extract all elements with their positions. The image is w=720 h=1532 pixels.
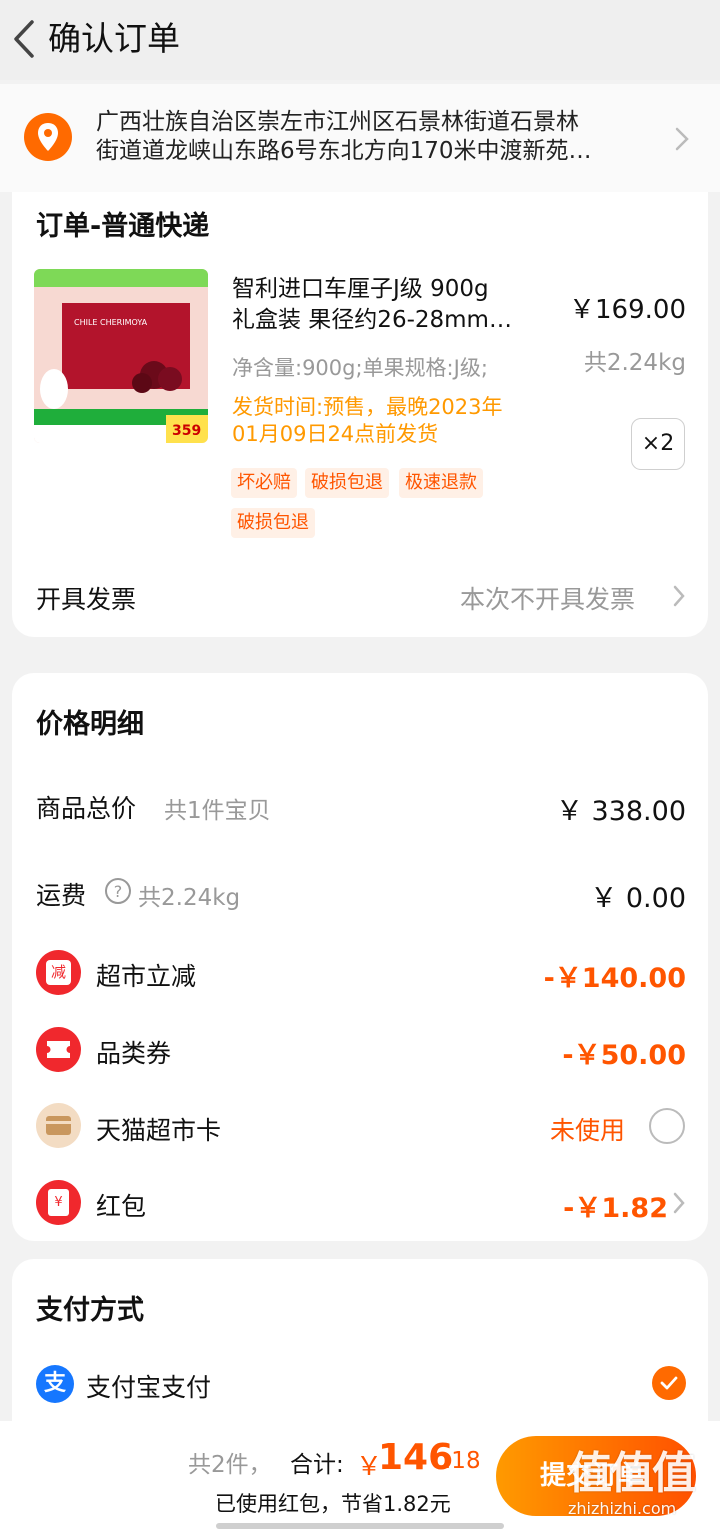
red-packet-icon-label: ¥ xyxy=(48,1189,69,1216)
help-icon[interactable]: ? xyxy=(104,877,132,905)
ship-time-line-2: 01月09日24点前发货 xyxy=(232,422,439,446)
location-pin-icon xyxy=(24,113,72,161)
card-label: 天猫超市卡 xyxy=(96,1116,222,1145)
product-weight: 共2.24kg xyxy=(583,350,686,376)
coupon-label: 品类券 xyxy=(96,1039,172,1068)
red-packet-icon: ¥ xyxy=(36,1180,81,1225)
total-decimal: .18 xyxy=(444,1448,481,1474)
payment-method-label[interactable]: 支付宝支付 xyxy=(86,1368,211,1404)
address-line-1: 广西壮族自治区崇左市江州区石景林街道石景林 xyxy=(96,109,579,135)
item-count: 共2件， xyxy=(188,1452,272,1478)
chevron-right-icon xyxy=(675,127,689,151)
thumb-brand-text: CHILE CHERIMOYA xyxy=(74,318,148,327)
chevron-right-icon xyxy=(673,585,685,607)
svg-text:?: ? xyxy=(114,882,123,901)
payment-section-title: 支付方式 xyxy=(36,1295,144,1326)
back-arrow-icon[interactable] xyxy=(6,14,42,64)
card-radio[interactable] xyxy=(649,1108,685,1144)
shipping-address[interactable]: 广西壮族自治区崇左市江州区石景林街道石景林 街道道龙峡山东路6号东北方向170米… xyxy=(96,108,656,166)
service-tag: 坏必赔 xyxy=(231,468,297,498)
discount-value: -￥140.00 xyxy=(543,963,686,994)
service-tag: 破损包退 xyxy=(305,468,389,498)
service-tag: 破损包退 xyxy=(231,508,315,538)
watermark: 值值值 zhizhizhi.com xyxy=(568,1437,698,1518)
home-indicator[interactable] xyxy=(216,1523,504,1529)
discount-icon: 减 xyxy=(36,950,81,995)
chevron-right-icon xyxy=(673,1192,685,1214)
ship-time: 发货时间:预售，最晚2023年 01月09日24点前发货 xyxy=(232,394,532,448)
coupon-icon xyxy=(36,1027,81,1072)
order-section-title: 订单-普通快递 xyxy=(36,211,210,242)
total-label: 合计: xyxy=(290,1452,344,1478)
service-tag: 极速退款 xyxy=(399,468,483,498)
unit-price: ￥169.00 xyxy=(569,295,686,325)
coupon-value[interactable]: -￥50.00 xyxy=(562,1033,686,1072)
freight-weight: 共2.24kg xyxy=(138,885,241,911)
address-line-2: 街道道龙峡山东路6号东北方向170米中渡新苑… xyxy=(96,138,592,164)
product-thumbnail[interactable]: CHILE CHERIMOYA 359 xyxy=(34,269,208,443)
savings-note: 已使用红包，节省1.82元 xyxy=(215,1492,451,1516)
goods-total-value: ￥ 338.00 xyxy=(555,796,686,827)
product-title-line-2: 礼盒装 果径约26-28mm… xyxy=(232,307,512,333)
goods-count: 共1件宝贝 xyxy=(164,798,271,824)
discount-icon-label: 减 xyxy=(46,960,71,985)
checkmark-icon[interactable] xyxy=(652,1366,686,1400)
freight-value: ￥ 0.00 xyxy=(590,883,686,914)
red-packet-value[interactable]: -￥1.82 xyxy=(563,1186,668,1225)
invoice-value[interactable]: 本次不开具发票 xyxy=(460,580,635,616)
price-section-title: 价格明细 xyxy=(36,709,144,740)
ship-time-line-1: 发货时间:预售，最晚2023年 xyxy=(232,395,503,419)
total-amount: 146 xyxy=(378,1437,454,1478)
top-bar: 确认订单 xyxy=(0,0,720,80)
quantity-stepper[interactable]: ×2 xyxy=(631,418,685,470)
product-title-line-1: 智利进口车厘子J级 900g xyxy=(232,276,489,302)
product-title[interactable]: 智利进口车厘子J级 900g 礼盒装 果径约26-28mm… xyxy=(232,274,562,336)
watermark-logo: 值值值 xyxy=(568,1448,696,1499)
product-spec: 净含量:900g;单果规格:J级; xyxy=(232,356,488,380)
alipay-icon: 支 xyxy=(36,1365,74,1403)
red-packet-label: 红包 xyxy=(96,1192,147,1221)
watermark-url: zhizhizhi.com xyxy=(568,1499,677,1518)
goods-total-label: 商品总价 xyxy=(36,794,137,823)
card-value: 未使用 xyxy=(550,1116,626,1145)
discount-label: 超市立减 xyxy=(96,962,197,991)
card-icon xyxy=(36,1103,81,1148)
thumb-price-text: 359 xyxy=(172,423,201,439)
invoice-label[interactable]: 开具发票 xyxy=(36,580,136,616)
page-title: 确认订单 xyxy=(48,19,180,58)
freight-label: 运费 xyxy=(36,881,87,910)
